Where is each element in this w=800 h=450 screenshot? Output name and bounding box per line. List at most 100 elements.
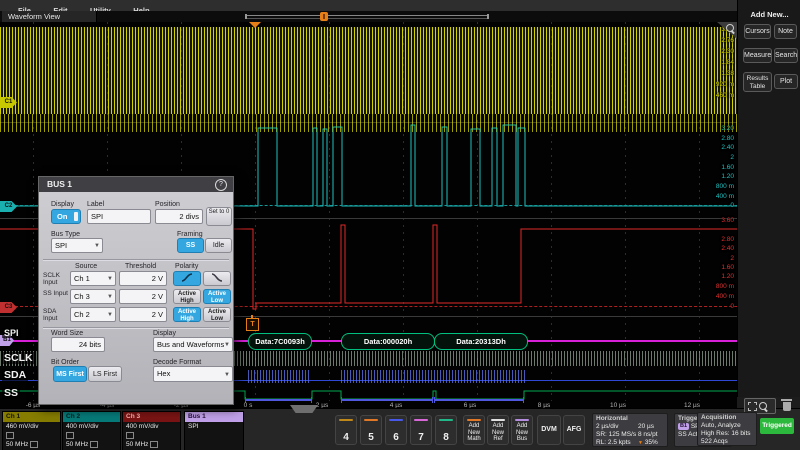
- bus-type-dropdown[interactable]: SPI▼: [51, 238, 103, 253]
- ss-active-high-button[interactable]: Active High: [173, 289, 201, 304]
- ch2-scale-label: 2: [730, 154, 734, 162]
- ch6-color-stripe: [389, 419, 403, 421]
- ch3-scale-label: 800 m: [716, 283, 734, 291]
- bus1-type: SPI: [185, 422, 243, 431]
- source-column-header: Source: [75, 263, 97, 270]
- divider: [43, 327, 229, 328]
- sda-active-high-button[interactable]: Active High: [173, 307, 201, 322]
- ch2-scale-label: 1.20: [721, 173, 734, 181]
- search-button[interactable]: Search: [774, 48, 798, 63]
- ch7-color-stripe: [414, 419, 428, 421]
- acquisition-count: 522 Acqs: [701, 438, 753, 446]
- probe-icon: [6, 432, 14, 439]
- ss-label: SS: [2, 387, 20, 399]
- ch1-scale-label: 1.38: [721, 70, 734, 78]
- set-to-zero-button[interactable]: Set to 0: [206, 207, 232, 226]
- display-mode-value: Bus and Waveforms: [157, 340, 224, 349]
- time-label: 0 s: [231, 402, 265, 408]
- bus-label-input[interactable]: SPI: [87, 209, 151, 224]
- bus1-badge[interactable]: Bus 1 SPI: [184, 411, 244, 450]
- add-new-math-button[interactable]: Add New Math: [463, 415, 485, 445]
- word-size-input[interactable]: 24 bits: [51, 337, 105, 352]
- trigger-event-marker[interactable]: T: [246, 318, 259, 331]
- ch1-badge-title: Ch 1: [3, 412, 60, 422]
- ch3-scale-label: 1.60: [721, 264, 734, 272]
- right-panel: Add New... Cursors Note Measure Search R…: [737, 0, 800, 397]
- trash-icon[interactable]: [780, 398, 793, 412]
- ch5-button[interactable]: 5: [360, 415, 382, 445]
- ch2-scale-label: 800 m: [716, 183, 734, 191]
- ch4-button[interactable]: 4: [335, 415, 357, 445]
- position-input[interactable]: 2 divs: [155, 209, 203, 224]
- ch1-scale-label: 2.30: [721, 48, 734, 56]
- sda-activity: [341, 370, 433, 383]
- triggered-status-badge: Triggered: [760, 418, 794, 434]
- tab-waveform-view[interactable]: Waveform View: [2, 11, 97, 22]
- ch2-scale-label: 1.60: [721, 164, 734, 172]
- dvm-button[interactable]: DVM: [537, 415, 561, 445]
- magnifier-icon: [759, 402, 767, 410]
- horizontal-panel[interactable]: Horizontal 2 µs/div20 µs SR: 125 MS/s8 n…: [592, 413, 668, 447]
- polarity-falling-button[interactable]: [203, 271, 231, 286]
- plot-button[interactable]: Plot: [774, 74, 798, 89]
- decode-format-dropdown[interactable]: Hex▼: [153, 366, 233, 382]
- dialog-title-bar[interactable]: BUS 1: [39, 177, 233, 192]
- add-new-ref-button[interactable]: Add New Ref: [487, 415, 509, 445]
- ch6-button[interactable]: 6: [385, 415, 407, 445]
- add-new-header: Add New...: [738, 10, 800, 19]
- horizontal-position-slider[interactable]: [245, 14, 489, 19]
- afg-button[interactable]: AFG: [563, 415, 585, 445]
- sclk-source-dropdown[interactable]: Ch 1▼: [70, 271, 116, 286]
- acquisition-mode: Auto,: [701, 422, 716, 429]
- ch3-scale-label: 3.60: [721, 217, 734, 225]
- ch1-badge[interactable]: Ch 1 460 mV/div 50 MHz: [2, 411, 61, 450]
- ch2-scale-label: 3.20: [721, 125, 734, 133]
- ch8-button[interactable]: 8: [435, 415, 457, 445]
- ss-source-dropdown[interactable]: Ch 3▼: [70, 289, 116, 304]
- display-mode-label: Display: [153, 330, 176, 337]
- sda-source-dropdown[interactable]: Ch 2▼: [70, 307, 116, 322]
- chevron-down-icon: ▼: [107, 291, 113, 304]
- acquisition-title: Acquisition: [701, 414, 753, 422]
- ss-threshold-input[interactable]: 2 V: [119, 289, 167, 304]
- results-table-button[interactable]: Results Table: [743, 72, 772, 92]
- ss-active-low-button[interactable]: Active Low: [203, 289, 231, 304]
- ch1-scale-label: 920 m: [716, 81, 734, 89]
- ch3-badge-title: Ch 3: [123, 412, 180, 422]
- ch3-scale-label: 2.80: [721, 236, 734, 244]
- frame-extent-bar: [434, 399, 524, 401]
- framing-ss-button[interactable]: SS: [177, 238, 204, 253]
- ls-first-button[interactable]: LS First: [88, 366, 122, 382]
- cursors-button[interactable]: Cursors: [744, 24, 771, 39]
- acquisition-detail: High Res: 16 bits: [701, 430, 753, 438]
- acquisition-panel[interactable]: Acquisition Auto, Analyze High Res: 16 b…: [697, 412, 757, 446]
- time-label: 6 µs: [453, 402, 487, 408]
- bus1-badge-title: Bus 1: [185, 412, 243, 422]
- ch1-scale-label: 1.84: [721, 59, 734, 67]
- ch3-badge[interactable]: Ch 3 400 mV/div 50 MHz: [122, 411, 181, 450]
- chevron-down-icon: ▼: [107, 273, 113, 286]
- horizontal-span: 20 µs: [638, 423, 654, 431]
- ch2-bandwidth: 50 MHz: [66, 441, 88, 448]
- sda-threshold-input[interactable]: 2 V: [119, 307, 167, 322]
- ch7-button[interactable]: 7: [410, 415, 432, 445]
- ms-first-button[interactable]: MS First: [53, 366, 87, 382]
- polarity-rising-button[interactable]: [173, 271, 201, 286]
- display-toggle[interactable]: On: [51, 209, 81, 224]
- framing-idle-button[interactable]: Idle: [205, 238, 232, 253]
- measure-button[interactable]: Measure: [743, 48, 772, 63]
- ch1-bandwidth: 50 MHz: [6, 441, 28, 448]
- add-new-bus-button[interactable]: Add New Bus: [511, 415, 533, 445]
- trigger-position-percent: 35%: [645, 439, 658, 446]
- help-icon[interactable]: ?: [215, 179, 227, 191]
- framing-label: Framing: [177, 231, 203, 238]
- display-mode-dropdown[interactable]: Bus and Waveforms▼: [153, 337, 233, 352]
- sda-active-low-button[interactable]: Active Low: [203, 307, 231, 322]
- trigger-position-marker[interactable]: [320, 12, 328, 21]
- trigger-position-icon: ▼: [638, 440, 643, 446]
- ch3-scale-label: 2.40: [721, 245, 734, 253]
- note-button[interactable]: Note: [774, 24, 797, 39]
- sclk-threshold-input[interactable]: 2 V: [119, 271, 167, 286]
- label-label: Label: [87, 201, 104, 208]
- ch2-badge[interactable]: Ch 2 400 mV/div 50 MHz: [62, 411, 121, 450]
